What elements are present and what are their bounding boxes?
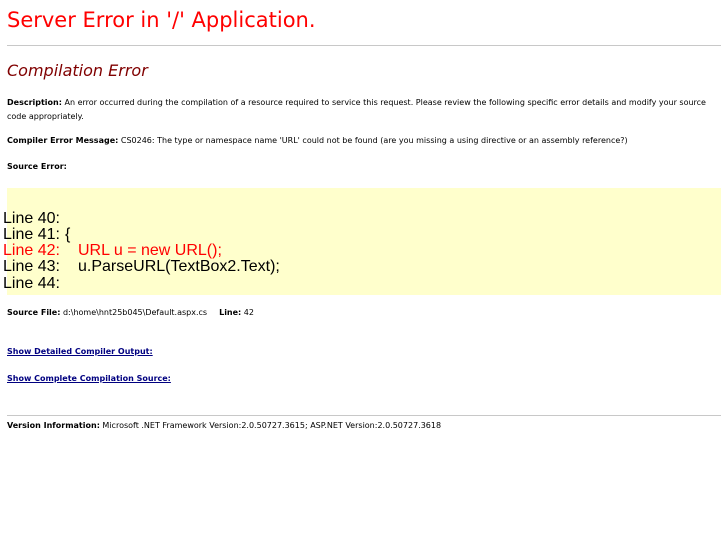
version-text: Microsoft .NET Framework Version:2.0.507…	[99, 421, 442, 430]
code-line-40: Line 40:	[3, 210, 60, 227]
code-line-42-error: Line 42: URL u = new URL();	[3, 243, 222, 259]
line-number: Line 43:	[3, 258, 60, 275]
source-file-info: Source File: d:\home\hnt25b045\Default.a…	[7, 306, 721, 320]
source-error-heading: Source Error:	[7, 160, 721, 174]
line-number: Line 40:	[3, 210, 60, 227]
footer-divider	[7, 415, 721, 416]
line-code: {	[65, 226, 71, 243]
show-complete-compilation-source-link[interactable]: Show Complete Compilation Source:	[7, 373, 171, 385]
line-number: Line 41:	[3, 226, 60, 243]
code-line-44: Line 44:	[3, 275, 60, 292]
line-number: Line 44:	[3, 275, 60, 292]
compiler-error-label: Compiler Error Message:	[7, 136, 119, 145]
line-code: URL u = new URL();	[78, 242, 222, 259]
description-label: Description:	[7, 98, 62, 107]
source-file-path: d:\home\hnt25b045\Default.aspx.cs	[60, 308, 208, 317]
version-label: Version Information:	[7, 421, 100, 430]
source-file-label: Source File:	[7, 308, 61, 317]
source-line-label: Line:	[219, 308, 242, 317]
page-title: Server Error in '/' Application.	[7, 8, 316, 32]
compiler-error-message: Compiler Error Message: CS0246: The type…	[7, 134, 721, 148]
code-line-43: Line 43: u.ParseURL(TextBox2.Text);	[3, 259, 280, 275]
show-detailed-compiler-output-link[interactable]: Show Detailed Compiler Output:	[7, 346, 153, 358]
line-number: Line 42:	[3, 242, 60, 259]
source-line-value: 42	[241, 308, 254, 317]
line-code: u.ParseURL(TextBox2.Text);	[78, 258, 280, 275]
section-title: Compilation Error	[7, 61, 148, 80]
description-text: An error occurred during the compilation…	[7, 98, 706, 121]
compiler-error-text: CS0246: The type or namespace name 'URL'…	[118, 136, 628, 145]
header-divider	[7, 45, 721, 46]
version-information: Version Information: Microsoft .NET Fram…	[7, 419, 721, 433]
description: Description: An error occurred during th…	[7, 96, 721, 124]
code-line-41: Line 41: {	[3, 227, 70, 243]
source-error-label: Source Error:	[7, 162, 67, 171]
